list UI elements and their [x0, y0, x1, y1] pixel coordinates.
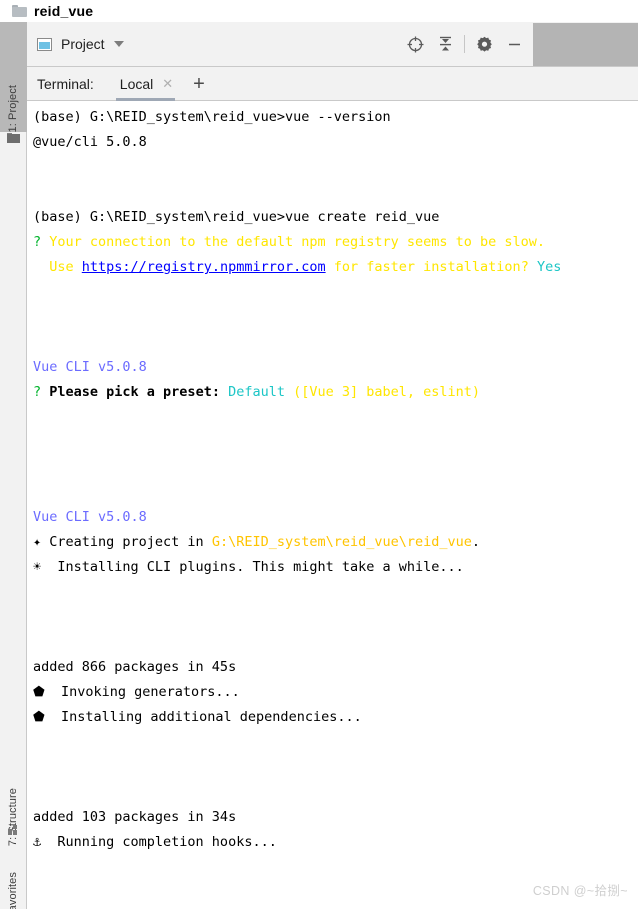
terminal-text: Use — [33, 259, 82, 275]
minimize-icon[interactable] — [499, 29, 529, 59]
terminal-text: added 866 packages in 45s — [33, 659, 237, 675]
terminal-text: Please pick a preset: — [49, 384, 220, 400]
terminal-line: ☀ Installing CLI plugins. This might tak… — [33, 555, 638, 580]
project-window-icon — [37, 37, 52, 51]
terminal-line: (base) G:\REID_system\reid_vue>vue --ver… — [33, 105, 638, 130]
page-title: reid_vue — [34, 3, 94, 19]
tab-local[interactable]: Local ✕ — [112, 67, 179, 101]
terminal-text: @vue/cli 5.0.8 — [33, 134, 147, 150]
terminal-text: . — [471, 534, 481, 550]
toolbar-icons — [400, 29, 529, 59]
ide-window: reid_vue 1: Project 7: Structure 2: Favo… — [0, 0, 638, 909]
terminal-link[interactable]: https://registry.npmmirror.com — [82, 259, 326, 275]
chevron-down-icon[interactable] — [113, 41, 124, 47]
terminal-tab-bar: Terminal: Local ✕ + — [27, 67, 638, 101]
terminal-line: ⬟ Generating README.md... — [33, 905, 638, 909]
add-tab-button[interactable]: + — [193, 74, 205, 94]
terminal-line: Vue CLI v5.0.8 — [33, 355, 638, 380]
terminal-text: ⚓ Running completion hooks... — [33, 834, 277, 850]
terminal-line: added 103 packages in 34s — [33, 805, 638, 830]
terminal-line: ? Please pick a preset: Default ([Vue 3]… — [33, 380, 638, 405]
terminal-line: ⚓ Running completion hooks... — [33, 830, 638, 855]
project-label: Project — [61, 36, 105, 52]
folder-icon — [12, 5, 27, 17]
terminal-label: Terminal: — [37, 75, 94, 92]
terminal-line: Vue CLI v5.0.8 — [33, 505, 638, 530]
watermark: CSDN @~拾捌~ — [532, 884, 628, 898]
terminal-text: ([Vue 3] babel, eslint) — [293, 384, 481, 400]
terminal-text: Your connection to the default npm regis… — [49, 234, 546, 250]
terminal-text: (base) G:\REID_system\reid_vue>vue creat… — [33, 209, 440, 225]
title-bar: reid_vue — [0, 0, 638, 22]
sidebar-item-label: 7: Structure — [7, 787, 19, 846]
terminal-text: G:\REID_system\reid_vue\reid_vue — [211, 534, 472, 550]
folder-icon — [7, 133, 20, 143]
terminal-line: ? Your connection to the default npm reg… — [33, 230, 638, 255]
terminal-line: Use https://registry.npmmirror.com for f… — [33, 255, 638, 280]
close-icon[interactable]: ✕ — [162, 77, 173, 90]
terminal-text: ⬟ Invoking generators... — [33, 684, 240, 700]
obscured-region — [533, 22, 638, 66]
terminal-line: ⬟ Invoking generators... — [33, 680, 638, 705]
terminal-output[interactable]: (base) G:\REID_system\reid_vue>vue --ver… — [27, 101, 638, 909]
terminal-line: (base) G:\REID_system\reid_vue>vue creat… — [33, 205, 638, 230]
terminal-text: added 103 packages in 34s — [33, 809, 237, 825]
sidebar-item-favorites[interactable]: 2: Favorites — [0, 850, 27, 909]
terminal-text: ☀ Installing CLI plugins. This might tak… — [33, 559, 464, 575]
terminal-text: Default — [219, 384, 294, 400]
terminal-line: @vue/cli 5.0.8 — [33, 130, 638, 155]
sidebar-item-label: 1: Project — [7, 84, 19, 132]
terminal-line: added 866 packages in 45s — [33, 655, 638, 680]
terminal-line: ⬟ Installing additional dependencies... — [33, 705, 638, 730]
terminal-text: Vue CLI v5.0.8 — [33, 509, 147, 525]
terminal-text: (base) G:\REID_system\reid_vue>vue --ver… — [33, 109, 391, 125]
terminal-text: Vue CLI v5.0.8 — [33, 359, 147, 375]
terminal-text: for faster installation? — [325, 259, 537, 275]
collapse-all-icon[interactable] — [430, 29, 460, 59]
terminal-text: ⬟ Installing additional dependencies... — [33, 709, 362, 725]
left-tool-strip: 1: Project 7: Structure 2: Favorites — [0, 22, 27, 909]
project-toolbar: Project — [27, 22, 638, 67]
terminal-text: ? — [33, 234, 50, 250]
tab-label: Local — [119, 75, 154, 92]
settings-gear-icon[interactable] — [469, 29, 499, 59]
toolbar-divider — [464, 35, 465, 53]
project-panel-button[interactable]: Project — [37, 36, 124, 52]
terminal-text: Yes — [536, 259, 562, 275]
sidebar-item-project[interactable]: 1: Project — [0, 22, 27, 132]
terminal-line: ✦ Creating project in G:\REID_system\rei… — [33, 530, 638, 555]
terminal-text: ? — [33, 384, 50, 400]
structure-icon — [8, 825, 20, 835]
locate-target-icon[interactable] — [400, 29, 430, 59]
terminal-text: ✦ Creating project in — [33, 534, 212, 550]
sidebar-item-label: 2: Favorites — [7, 872, 19, 909]
